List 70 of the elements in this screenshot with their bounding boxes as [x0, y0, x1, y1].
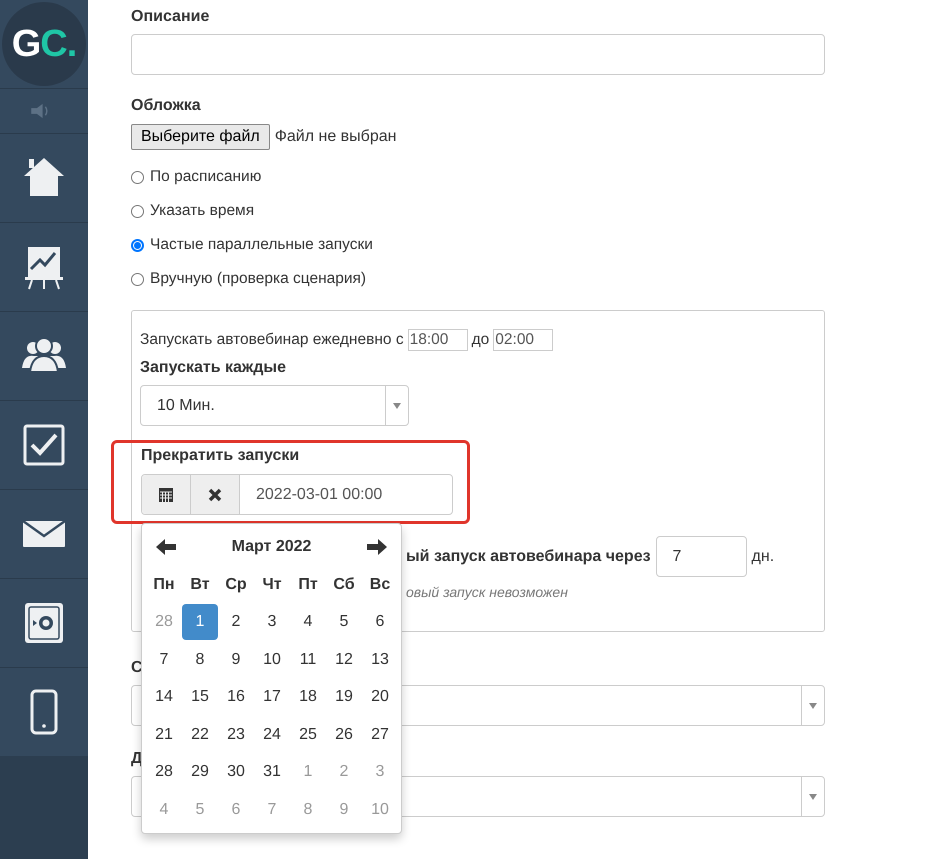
interval-select[interactable]: 10 Мин.: [140, 385, 409, 426]
calendar-day[interactable]: 4: [290, 604, 326, 640]
choose-file-button[interactable]: Выберите файл: [131, 124, 270, 150]
calendar-day[interactable]: 29: [182, 754, 218, 790]
calendar-day[interactable]: 13: [362, 642, 398, 678]
radio-button[interactable]: [131, 272, 144, 286]
calendar-day[interactable]: 8: [182, 642, 218, 678]
daily-text: Запускать автовебинар ежедневно с: [140, 331, 404, 349]
calendar-day[interactable]: 18: [290, 679, 326, 716]
calendar-day[interactable]: 19: [326, 679, 362, 716]
weekday-label: Сб: [333, 576, 355, 594]
next-arrow-icon[interactable]: [366, 539, 387, 555]
radio-label: Указать время: [150, 202, 254, 220]
time-field[interactable]: 18:00: [408, 329, 468, 351]
caret-icon: [809, 794, 817, 800]
radio-label: По расписанию: [150, 168, 262, 186]
caret-icon: [393, 402, 401, 408]
note-text: овый запуск невозможен: [406, 584, 569, 600]
calendar-day[interactable]: 9: [218, 642, 254, 678]
calendar-day[interactable]: 28: [146, 754, 182, 790]
radio-label: Вручную (проверка сценария): [150, 270, 366, 288]
radio-button[interactable]: [131, 204, 144, 218]
calendar-day[interactable]: 11: [290, 642, 326, 678]
weekday-label: Вт: [190, 576, 210, 594]
weekday-label: Ср: [225, 576, 247, 594]
calendar-day[interactable]: 1: [182, 604, 218, 640]
file-status: Файл не выбран: [274, 128, 396, 146]
prev-arrow-icon[interactable]: [156, 539, 176, 555]
field-label: С: [131, 659, 143, 677]
calendar-day[interactable]: 23: [218, 716, 254, 753]
weekday-label: Чт: [262, 576, 282, 594]
calendar-day[interactable]: 30: [218, 754, 254, 790]
field-label: Прекратить запуски: [141, 447, 300, 465]
field-label: Запускать каждые: [140, 359, 286, 377]
calendar-day[interactable]: 3: [254, 604, 290, 640]
unit-text: дн.: [752, 548, 774, 566]
calendar-day[interactable]: 20: [362, 679, 398, 716]
calendar-day[interactable]: 5: [326, 604, 362, 640]
calendar-day[interactable]: 24: [254, 716, 290, 753]
logo[interactable]: GC.: [2, 2, 86, 86]
calendar-day[interactable]: 15: [182, 679, 218, 716]
calendar-day[interactable]: 22: [182, 716, 218, 753]
calendar-day[interactable]: 21: [146, 716, 182, 753]
radio-button[interactable]: [131, 238, 144, 252]
time-field[interactable]: 02:00: [493, 329, 554, 351]
month-title: Март 2022: [232, 538, 312, 556]
calendar-day[interactable]: 12: [326, 642, 362, 678]
field-label: Описание: [131, 8, 210, 26]
calendar-day[interactable]: 31: [254, 754, 290, 790]
next-launch-text: ый запуск автовебинара через: [406, 548, 651, 566]
caret-icon: [809, 702, 817, 708]
radio-label: Частые параллельные запуски: [150, 236, 373, 254]
calendar-day[interactable]: 14: [146, 679, 182, 716]
calendar-day[interactable]: 26: [326, 716, 362, 753]
days-field[interactable]: 7: [656, 536, 747, 577]
calendar-day[interactable]: 10: [254, 642, 290, 678]
radio-button[interactable]: [131, 170, 144, 184]
field-label: Обложка: [131, 97, 201, 115]
description-field[interactable]: [131, 34, 825, 75]
weekday-label: Пн: [153, 576, 175, 594]
calendar-day[interactable]: 6: [362, 604, 398, 640]
weekday-label: Пт: [298, 576, 318, 594]
to-text: до: [472, 331, 490, 349]
calendar-day[interactable]: 17: [254, 679, 290, 716]
calendar-day[interactable]: 25: [290, 716, 326, 753]
weekday-label: Вс: [370, 576, 390, 594]
calendar-day[interactable]: 2: [218, 604, 254, 640]
calendar-day[interactable]: 7: [146, 642, 182, 678]
calendar-day[interactable]: 16: [218, 679, 254, 716]
calendar-day[interactable]: 27: [362, 716, 398, 753]
